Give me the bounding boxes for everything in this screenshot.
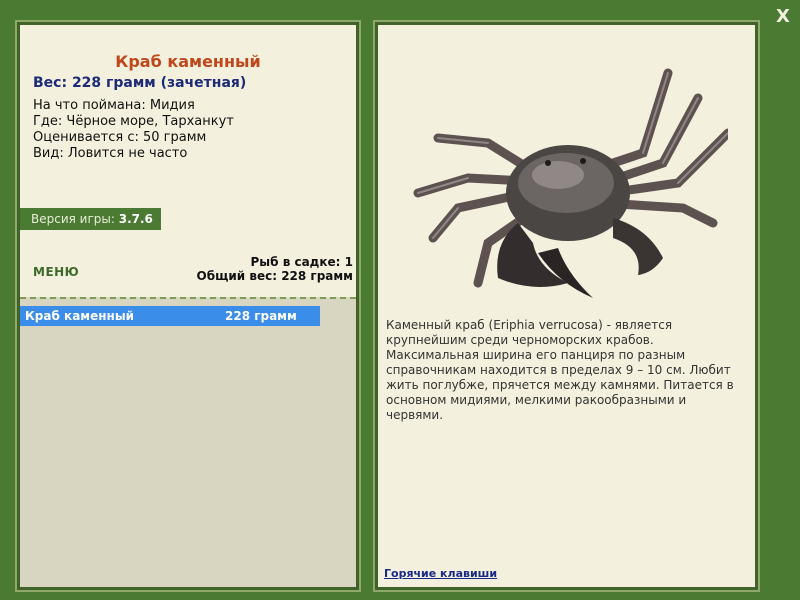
cage-count: Рыб в садке: 1 <box>250 255 354 269</box>
version-label: Версия игры: <box>31 212 119 226</box>
cage-info: Рыб в садке: 1 Общий вес: 228 грамм <box>197 255 353 283</box>
fish-title: Краб каменный <box>115 52 261 71</box>
close-icon[interactable]: X <box>772 6 794 28</box>
menu-button[interactable]: МЕНЮ <box>33 265 79 279</box>
fish-description-content: Каменный краб (Eriphia verrucosa) - явля… <box>378 25 755 587</box>
catch-rarity: Вид: Ловится не часто <box>33 146 188 161</box>
catch-list: Краб каменный 228 грамм <box>20 297 356 587</box>
fish-description-panel: Каменный краб (Eriphia verrucosa) - явля… <box>373 20 760 592</box>
hotkeys-link[interactable]: Горячие клавиши <box>384 567 497 580</box>
list-item-name: Краб каменный <box>25 309 135 323</box>
cage-total-weight: Общий вес: 228 грамм <box>196 269 353 283</box>
fish-weight: Вес: 228 грамм (зачетная) <box>33 75 247 91</box>
list-item[interactable]: Краб каменный 228 грамм <box>20 306 320 326</box>
fish-details: На что поймана: Мидия Где: Чёрное море, … <box>33 98 234 162</box>
version-value: 3.7.6 <box>118 212 153 226</box>
version-bar: Версия игры: 3.7.6 <box>20 208 161 230</box>
fish-info-content: Краб каменный Вес: 228 грамм (зачетная) … <box>20 25 356 587</box>
crab-image <box>413 68 728 298</box>
catch-location: Где: Чёрное море, Тарханкут <box>33 114 234 129</box>
fish-info-panel: Краб каменный Вес: 228 грамм (зачетная) … <box>15 20 361 592</box>
catch-bait: На что поймана: Мидия <box>33 98 195 113</box>
fish-description: Каменный краб (Eriphia verrucosa) - явля… <box>386 318 734 422</box>
catch-min-weight: Оценивается с: 50 грамм <box>33 130 207 145</box>
list-item-weight: 228 грамм <box>225 309 297 323</box>
